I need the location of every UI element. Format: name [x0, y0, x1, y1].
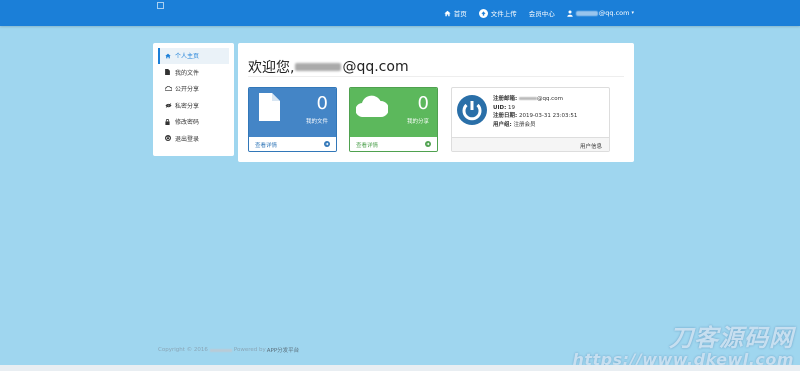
email-key: 注册邮箱: — [493, 96, 518, 102]
welcome-prefix: 欢迎您, — [248, 60, 295, 76]
arrow-circle-right-icon — [324, 141, 330, 149]
shares-details-link[interactable]: 查看详情 — [350, 137, 437, 151]
user-info-label: 用户信息 — [579, 143, 602, 150]
uid-key: UID: — [493, 104, 507, 111]
sidebar-item-change-password[interactable]: 修改密码 — [158, 114, 229, 130]
nav-home-link[interactable]: 首页 — [444, 8, 467, 18]
sidebar-item-label: 退出登录 — [175, 135, 200, 143]
files-count: 0 — [316, 93, 328, 114]
brand-logo[interactable] — [157, 2, 164, 9]
shares-count: 0 — [417, 93, 429, 114]
sidebar-item-label: 个人主页 — [175, 53, 200, 61]
redacted-username — [518, 97, 537, 100]
redacted-site-name — [209, 348, 232, 352]
sidebar-item-public-share[interactable]: 公开分享 — [158, 81, 229, 97]
date-value: 2019-03-31 23:03:51 — [518, 113, 578, 119]
nav-home-label: 首页 — [453, 10, 467, 18]
bottom-strip — [0, 365, 800, 371]
sidebar-item-label: 公开分享 — [175, 86, 200, 94]
nav-upload-link[interactable]: 文件上传 — [478, 8, 517, 18]
my-files-card: 0 我的文件 查看详情 — [248, 87, 337, 152]
my-shares-card: 0 我的分享 查看详情 — [349, 87, 438, 152]
user-group-row: 用户组: 注册会员 — [493, 121, 577, 130]
cloud-icon — [165, 86, 173, 92]
nav-member-link[interactable]: 会员中心 — [529, 8, 555, 18]
caret-down-icon: ▾ — [631, 10, 634, 16]
user-date-row: 注册日期: 2019-03-31 23:03:51 — [493, 112, 577, 121]
user-uid-row: UID: 19 — [493, 104, 577, 113]
sidebar-item-label: 我的文件 — [175, 69, 200, 77]
watermark-title: 刀客源码网 — [669, 324, 794, 352]
home-icon — [444, 10, 451, 17]
shares-label: 我的分享 — [406, 119, 429, 125]
upload-icon — [478, 8, 488, 18]
arrow-circle-right-icon — [425, 141, 431, 149]
nav-user-email: @qq.com — [598, 9, 630, 17]
welcome-email-suffix: @qq.com — [342, 59, 409, 75]
sidebar-item-my-files[interactable]: 我的文件 — [158, 65, 229, 81]
user-email-row: 注册邮箱: @qq.com — [493, 95, 577, 104]
power-icon — [165, 135, 173, 142]
sidebar-item-logout[interactable]: 退出登录 — [158, 131, 229, 147]
nav-member-label: 会员中心 — [528, 10, 555, 18]
page-title: 欢迎您, @qq.com — [248, 57, 409, 77]
watermark: 刀客源码网 https://www.dkewl.com — [572, 318, 794, 369]
nav-links: 首页 文件上传 会员中心 @qq.com ▾ — [432, 0, 634, 26]
nav-upload-label: 文件上传 — [490, 10, 517, 18]
platform-link[interactable]: APP分发平台 — [267, 346, 299, 354]
file-icon — [259, 93, 280, 123]
main-panel: 欢迎您, @qq.com 0 我的文件 查看详情 0 我的分享 查看详情 注册邮… — [238, 43, 634, 162]
copyright-text: Copyright © 2016 — [158, 347, 208, 353]
uid-value: 19 — [508, 104, 516, 111]
divider — [248, 76, 624, 77]
lock-icon — [165, 118, 173, 125]
details-label: 查看详情 — [356, 143, 379, 149]
redacted-username — [575, 10, 598, 16]
file-icon — [165, 69, 173, 76]
top-navbar: 首页 文件上传 会员中心 @qq.com ▾ — [0, 0, 800, 26]
page-footer: Copyright © 2016 Powered by APP分发平台 — [158, 346, 299, 354]
files-label: 我的文件 — [305, 119, 328, 125]
files-details-link[interactable]: 查看详情 — [249, 137, 336, 151]
cloud-icon — [355, 95, 389, 119]
email-value: @qq.com — [536, 96, 563, 102]
details-label: 查看详情 — [255, 143, 278, 149]
nav-user-dropdown[interactable]: @qq.com ▾ — [567, 9, 634, 17]
sidebar-item-home[interactable]: 个人主页 — [158, 48, 229, 64]
user-info-footer: 用户信息 — [452, 137, 609, 151]
date-key: 注册日期: — [493, 113, 518, 119]
group-key: 用户组: — [493, 121, 512, 128]
sidebar-item-label: 修改密码 — [175, 119, 200, 127]
home-icon — [165, 53, 173, 59]
group-value: 注册会员 — [513, 121, 536, 128]
powered-by-text: Powered by — [233, 347, 266, 353]
sidebar-item-private-share[interactable]: 私密分享 — [158, 98, 229, 114]
sidebar: 个人主页 我的文件 公开分享 私密分享 修改密码 退出登录 — [153, 43, 234, 156]
user-icon — [567, 10, 573, 17]
user-info-card: 注册邮箱: @qq.com UID: 19 注册日期: 2019-03-31 2… — [451, 87, 610, 152]
redacted-username — [295, 63, 342, 71]
sidebar-item-label: 私密分享 — [175, 102, 200, 110]
eye-slash-icon — [165, 103, 173, 108]
user-info-details: 注册邮箱: @qq.com UID: 19 注册日期: 2019-03-31 2… — [493, 95, 577, 129]
power-icon — [457, 95, 487, 127]
